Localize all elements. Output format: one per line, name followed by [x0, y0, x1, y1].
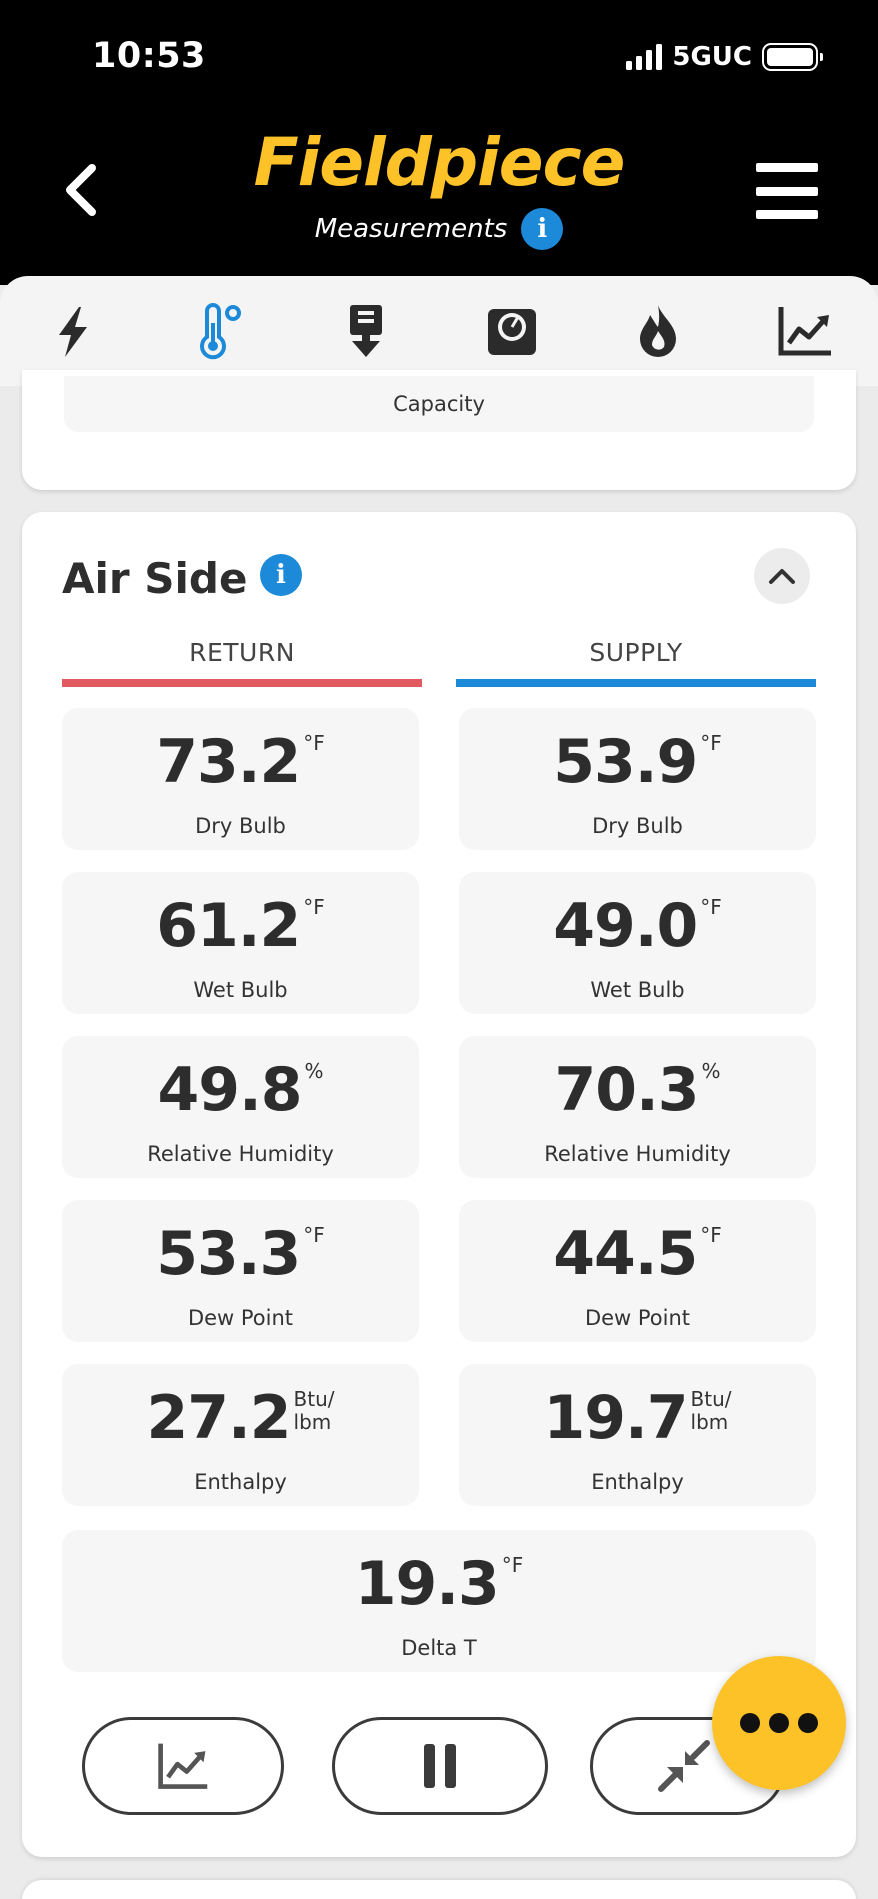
reading-value: 44.5 — [553, 1219, 698, 1289]
chevron-up-icon — [769, 569, 795, 584]
signal-icon — [626, 44, 663, 70]
network-label: 5GUC — [672, 42, 752, 72]
hamburger-menu-button[interactable] — [756, 163, 818, 219]
thermometer-icon — [200, 303, 242, 360]
reading-unit: % — [701, 1059, 721, 1083]
collapse-button[interactable] — [754, 548, 810, 604]
supply-enthalpy-tile[interactable]: 19.7 Btu/lbm Enthalpy — [459, 1364, 816, 1506]
chart-icon — [778, 307, 831, 356]
status-time: 10:53 — [92, 36, 206, 76]
reading-unit: % — [304, 1059, 324, 1083]
flame-icon — [640, 305, 677, 357]
chart-icon — [158, 1743, 208, 1789]
capacity-label[interactable]: Capacity — [64, 376, 814, 432]
reading-label: Wet Bulb — [193, 978, 288, 1002]
reading-unit: Btu/lbm — [690, 1387, 732, 1434]
page-subtitle: Measurements — [314, 214, 508, 244]
reading-unit: °F — [303, 895, 325, 919]
reading-value: 19.7 — [543, 1383, 688, 1453]
reading-unit: °F — [700, 1223, 722, 1247]
info-icon[interactable]: i — [521, 208, 564, 250]
info-icon[interactable]: i — [260, 554, 302, 596]
reading-label: Wet Bulb — [590, 978, 685, 1002]
supply-color-bar — [456, 679, 816, 687]
supply-dew-point-tile[interactable]: 44.5 °F Dew Point — [459, 1200, 816, 1342]
more-options-button[interactable] — [712, 1656, 846, 1790]
air-side-title: Air Side — [62, 554, 248, 603]
supply-relative-humidity-tile[interactable]: 70.3% Relative Humidity — [459, 1036, 816, 1178]
reading-value: 53.3 — [156, 1219, 301, 1289]
supply-column-header: SUPPLY — [589, 638, 683, 667]
return-dew-point-tile[interactable]: 53.3 °F Dew Point — [62, 1200, 419, 1342]
reading-label: Dew Point — [584, 1306, 691, 1330]
brand-logo: Fieldpiece — [253, 124, 626, 201]
next-card — [22, 1880, 856, 1899]
gauge-icon — [488, 309, 537, 355]
reading-value: 53.9 — [553, 727, 698, 797]
capacity-card: Capacity — [22, 370, 856, 490]
pause-icon — [424, 1744, 456, 1788]
status-indicators: 5GUC — [626, 42, 823, 72]
reading-value: 73.2 — [156, 727, 301, 797]
reading-value: 61.2 — [156, 891, 301, 961]
reading-label: Relative Humidity — [147, 1142, 334, 1166]
return-relative-humidity-tile[interactable]: 49.8% Relative Humidity — [62, 1036, 419, 1178]
reading-label: Relative Humidity — [544, 1142, 731, 1166]
reading-label: Enthalpy — [194, 1470, 287, 1494]
delta-t-tile[interactable]: 19.3 °F Delta T — [62, 1530, 816, 1672]
reading-unit: °F — [303, 731, 325, 755]
reading-value: 19.3 — [354, 1549, 500, 1619]
reading-value: 70.3 — [554, 1055, 699, 1125]
reading-unit: °F — [501, 1553, 524, 1577]
return-color-bar — [62, 679, 422, 687]
reading-unit: °F — [303, 1223, 325, 1247]
app-header: 10:53 5GUC Fieldpiece Measurements i — [0, 0, 878, 285]
battery-icon — [762, 43, 823, 71]
reading-label: Enthalpy — [591, 1470, 684, 1494]
reading-value: 27.2 — [146, 1383, 291, 1453]
reading-unit: °F — [700, 895, 722, 919]
return-dry-bulb-tile[interactable]: 73.2 °F Dry Bulb — [62, 708, 419, 850]
reading-label: Dry Bulb — [592, 814, 683, 838]
return-wet-bulb-tile[interactable]: 61.2 °F Wet Bulb — [62, 872, 419, 1014]
ellipsis-icon — [740, 1713, 760, 1733]
graph-button[interactable] — [82, 1717, 284, 1815]
reading-value: 49.8 — [157, 1055, 302, 1125]
supply-wet-bulb-tile[interactable]: 49.0 °F Wet Bulb — [459, 872, 816, 1014]
pause-button[interactable] — [332, 1717, 548, 1815]
supply-dry-bulb-tile[interactable]: 53.9 °F Dry Bulb — [459, 708, 816, 850]
reading-label: Dry Bulb — [195, 814, 286, 838]
reading-unit: Btu/lbm — [293, 1387, 335, 1434]
page-subtitle-row: Measurements i — [0, 208, 878, 250]
reading-value: 49.0 — [553, 891, 698, 961]
return-column-header: RETURN — [189, 638, 295, 667]
return-enthalpy-tile[interactable]: 27.2 Btu/lbm Enthalpy — [62, 1364, 419, 1506]
compress-arrows-icon — [658, 1740, 710, 1792]
download-icon — [349, 305, 382, 357]
reading-unit: °F — [700, 731, 722, 755]
reading-label: Delta T — [401, 1636, 477, 1660]
reading-label: Dew Point — [187, 1306, 294, 1330]
air-side-card: Air Side i RETURN SUPPLY 73.2 °F Dry Bulb… — [22, 512, 856, 1857]
lightning-icon — [59, 307, 88, 357]
